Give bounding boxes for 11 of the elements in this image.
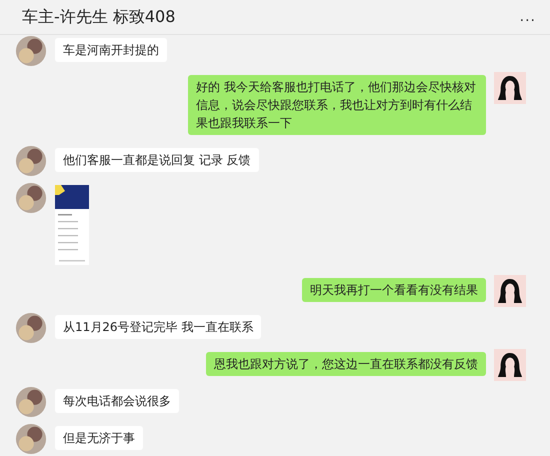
message-bubble: 但是无济于事 <box>55 426 143 450</box>
message-bubble: 从11月26号登记完毕 我一直在联系 <box>55 315 262 339</box>
message-bubble: 恩我也跟对方说了，您这边一直在联系都没有反馈 <box>206 352 486 376</box>
message-bubble: 车是河南开封提的 <box>55 38 167 62</box>
message-bubble: 明天我再打一个看看有没有结果 <box>302 278 486 302</box>
message-bubble: 每次电话都会说很多 <box>55 389 179 413</box>
message-bubble: 好的 我今天给客服也打电话了，他们那边会尽快核对信息，说会尽快跟您联系，我也让对方到时有什么结果也跟我联系一下 <box>188 75 486 135</box>
screenshot-thumbnail[interactable] <box>55 185 89 265</box>
message-bubble: 他们客服一直都是说回复 记录 反馈 <box>55 148 259 172</box>
more-menu-button[interactable]: ... <box>520 9 536 25</box>
chat-title: 车主-许先生 标致408 <box>22 6 176 28</box>
